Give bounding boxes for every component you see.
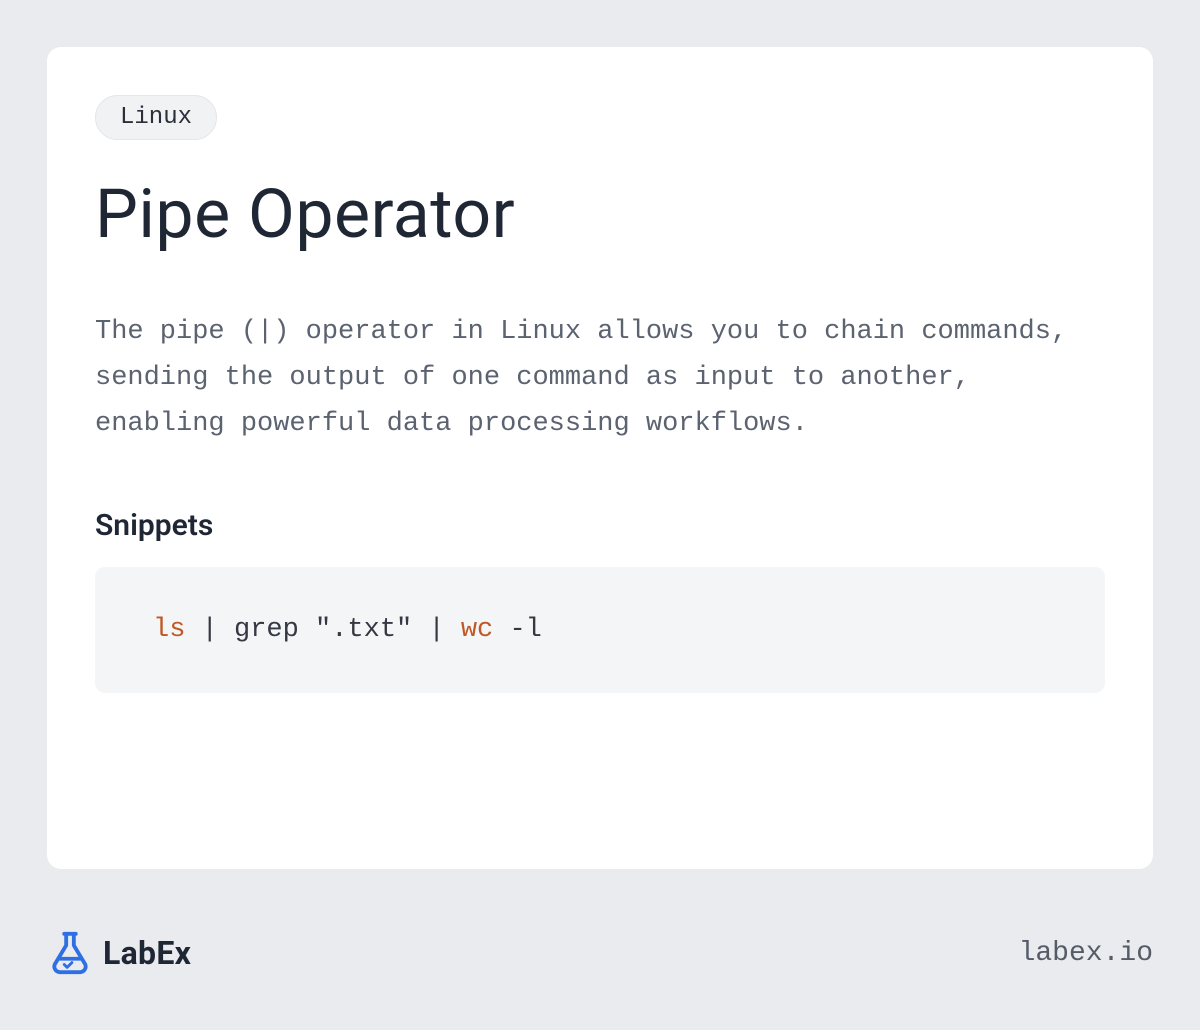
code-token: ".txt" — [315, 615, 412, 645]
category-tag: Linux — [95, 95, 217, 140]
code-token: | grep — [185, 615, 315, 645]
code-snippet: ls | grep ".txt" | wc -l — [95, 567, 1105, 693]
content-card: Linux Pipe Operator The pipe (|) operato… — [47, 47, 1153, 869]
code-token: -l — [493, 615, 542, 645]
flask-icon — [47, 930, 93, 976]
description-text: The pipe (|) operator in Linux allows yo… — [95, 310, 1105, 448]
code-token: | — [412, 615, 461, 645]
code-token-command: wc — [461, 615, 493, 645]
site-url: labex.io — [1019, 938, 1153, 969]
footer: LabEx labex.io — [47, 930, 1153, 976]
page-title: Pipe Operator — [95, 174, 1105, 254]
brand: LabEx — [47, 930, 191, 976]
snippets-heading: Snippets — [95, 508, 1105, 543]
code-token-command: ls — [153, 615, 185, 645]
brand-name: LabEx — [103, 934, 191, 972]
